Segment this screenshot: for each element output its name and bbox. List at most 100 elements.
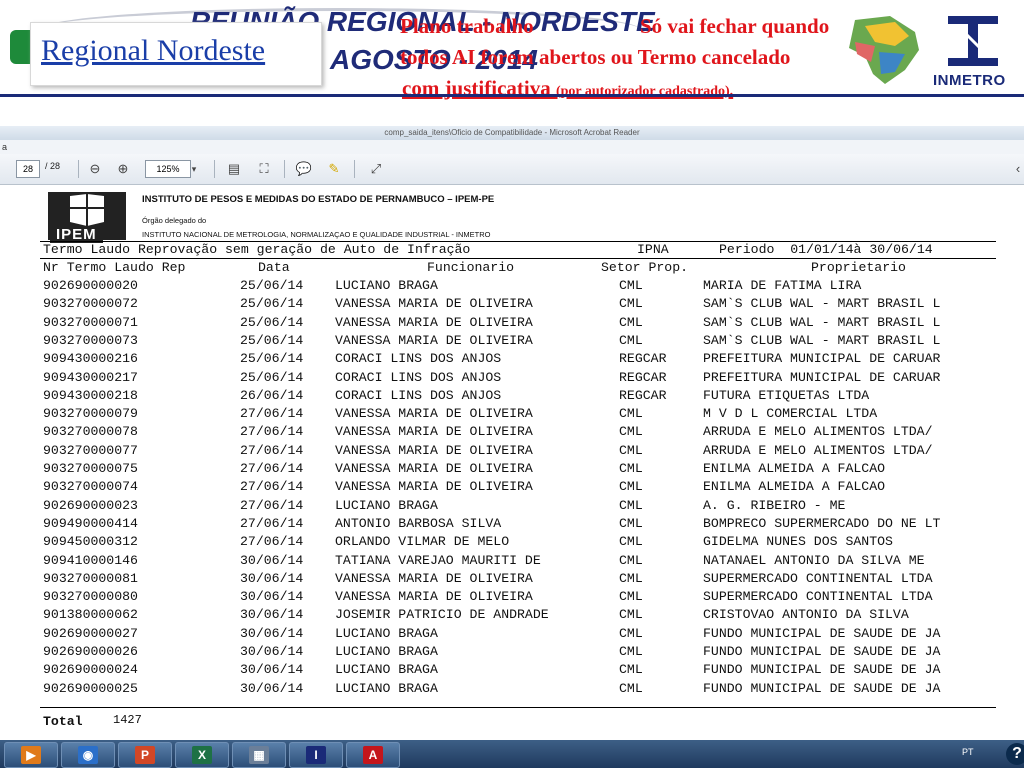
termo-number-cell: 901380000062 (43, 607, 138, 623)
employee-cell: VANESSA MARIA DE OLIVEIRA (335, 479, 533, 495)
table-row: 903270000080 30/06/14 VANESSA MARIA DE OLI… (0, 589, 1024, 607)
date-cell: 26/06/14 (240, 387, 304, 403)
language-indicator[interactable]: PT (962, 747, 974, 757)
date-cell: 30/06/14 (240, 625, 304, 641)
toolbar-separator (78, 160, 79, 178)
employee-cell: LUCIANO BRAGA (335, 680, 438, 696)
report-title: Termo Laudo Reprovação sem geração de Au… (43, 242, 471, 257)
date-cell: 30/06/14 (240, 607, 304, 623)
page-total: / 28 (45, 161, 61, 171)
table-row: 903270000072 25/06/14 VANESSA MARIA DE OLI… (0, 296, 1024, 314)
page-number-input[interactable]: 28 (16, 160, 40, 178)
termo-number-cell: 902690000026 (43, 644, 138, 659)
date-cell: 25/06/14 (240, 332, 304, 348)
zoom-in-icon[interactable]: ⊕ (113, 159, 133, 179)
report-rule-mid (40, 258, 996, 259)
column-header-owner: Proprietario (811, 260, 906, 275)
sector-cell: CML (619, 497, 643, 513)
termo-number-cell: 903270000081 (43, 570, 138, 586)
zoom-level-input[interactable]: 125% (145, 160, 191, 178)
zoom-out-icon[interactable]: ⊖ (85, 159, 105, 179)
report-rule-bottom (40, 707, 996, 708)
date-cell: 25/06/14 (240, 278, 304, 293)
comment-icon[interactable]: 💬 (294, 159, 314, 179)
date-cell: 30/06/14 (240, 680, 304, 696)
sector-cell: CML (619, 406, 643, 422)
total-value: 1427 (113, 713, 142, 727)
date-cell: 27/06/14 (240, 479, 304, 495)
termo-number-cell: 909450000312 (43, 534, 138, 550)
date-cell: 30/06/14 (240, 589, 304, 605)
taskbar-button[interactable]: ▶ (4, 742, 58, 768)
employee-cell: CORACI LINS DOS ANJOS (335, 369, 502, 385)
taskbar-button[interactable]: X (175, 742, 229, 768)
date-cell: 27/06/14 (240, 442, 304, 458)
termo-number-cell: 902690000024 (43, 662, 138, 678)
help-icon[interactable]: ? (1006, 743, 1024, 765)
termo-number-cell: 902690000023 (43, 497, 138, 513)
sector-cell: CML (619, 680, 643, 696)
outlook-icon: ◉ (78, 746, 98, 764)
employee-cell: VANESSA MARIA DE OLIVEIRA (335, 406, 533, 422)
toolbar-overflow-icon[interactable]: ‹ (1012, 159, 1024, 179)
sector-cell: CML (619, 424, 643, 440)
employee-cell: ORLANDO VILMAR DE MELO (335, 534, 510, 550)
save-icon[interactable]: ▤ (224, 159, 244, 179)
owner-cell: CRISTOVAO ANTONIO DA SILVA (703, 607, 909, 623)
termo-number-cell: 902690000025 (43, 680, 138, 696)
employee-cell: ANTONIO BARBOSA SILVA (335, 515, 502, 531)
taskbar-button[interactable]: ▦ (232, 742, 286, 768)
table-row: 902690000027 30/06/14 LUCIANO BRAGA CML FUND… (0, 626, 1024, 644)
termo-number-cell: 903270000072 (43, 296, 138, 312)
taskbar-button[interactable]: A (346, 742, 400, 768)
powerpoint-icon: P (135, 746, 155, 764)
viewer-menu-row[interactable]: a (0, 140, 1024, 154)
slide-header: REUNIÃO REGIONAL - NORDESTE AGOSTO - 201… (0, 0, 1024, 100)
fit-page-icon[interactable]: ⛶ (254, 159, 274, 179)
table-row: 903270000071 25/06/14 VANESSA MARIA DE OLI… (0, 315, 1024, 333)
date-cell: 30/06/14 (240, 662, 304, 678)
employee-cell: LUCIANO BRAGA (335, 497, 438, 513)
termo-number-cell: 903270000074 (43, 479, 138, 495)
termo-number-cell: 909410000146 (43, 552, 138, 568)
employee-cell: LUCIANO BRAGA (335, 278, 438, 293)
owner-cell: FUNDO MUNICIPAL DE SAUDE DE JA (703, 662, 941, 678)
employee-cell: CORACI LINS DOS ANJOS (335, 351, 502, 367)
date-cell: 25/06/14 (240, 314, 304, 330)
employee-cell: VANESSA MARIA DE OLIVEIRA (335, 424, 533, 440)
termo-number-cell: 903270000073 (43, 332, 138, 348)
date-cell: 27/06/14 (240, 406, 304, 422)
taskbar-button[interactable]: ◉ (61, 742, 115, 768)
employee-cell: VANESSA MARIA DE OLIVEIRA (335, 461, 533, 476)
taskbar: ▶ ◉ P X ▦ I A (0, 740, 1024, 768)
sector-cell: CML (619, 552, 643, 568)
expand-icon[interactable]: ⤢ (366, 159, 386, 179)
employee-cell: LUCIANO BRAGA (335, 625, 438, 641)
table-row: 909430000216 25/06/14 CORACI LINS DOS ANJO… (0, 351, 1024, 369)
sector-cell: CML (619, 296, 643, 312)
sector-cell: REGCAR (619, 387, 667, 403)
owner-cell: BOMPRECO SUPERMERCADO DO NE LT (703, 515, 941, 531)
sector-cell: REGCAR (619, 351, 667, 367)
date-cell: 30/06/14 (240, 644, 304, 659)
taskbar-button[interactable]: P (118, 742, 172, 768)
table-row: 902690000023 27/06/14 LUCIANO BRAGA CML A. G… (0, 498, 1024, 516)
sector-cell: CML (619, 442, 643, 458)
owner-cell: ENILMA ALMEIDA A FALCAO (703, 479, 886, 495)
zoom-dropdown-icon[interactable]: ▾ (186, 159, 202, 179)
termo-number-cell: 909430000217 (43, 369, 138, 385)
org-parent: INSTITUTO NACIONAL DE METROLOGIA, NORMAL… (142, 230, 491, 239)
table-row: 903270000077 27/06/14 VANESSA MARIA DE OLI… (0, 443, 1024, 461)
termo-number-cell: 903270000071 (43, 314, 138, 330)
taskbar-button[interactable]: I (289, 742, 343, 768)
green-tab (10, 30, 30, 64)
owner-cell: SUPERMERCADO CONTINENTAL LTDA (703, 570, 933, 586)
employee-cell: CORACI LINS DOS ANJOS (335, 387, 502, 403)
table-row: 903270000079 27/06/14 VANESSA MARIA DE OLI… (0, 406, 1024, 424)
sign-icon[interactable]: ✎ (324, 159, 344, 179)
inmetro-app-icon: I (306, 746, 326, 764)
owner-cell: SAM`S CLUB WAL - MART BRASIL L (703, 314, 941, 330)
regional-title: Regional Nordeste (41, 34, 266, 67)
owner-cell: SAM`S CLUB WAL - MART BRASIL L (703, 332, 941, 348)
employee-cell: LUCIANO BRAGA (335, 644, 438, 659)
